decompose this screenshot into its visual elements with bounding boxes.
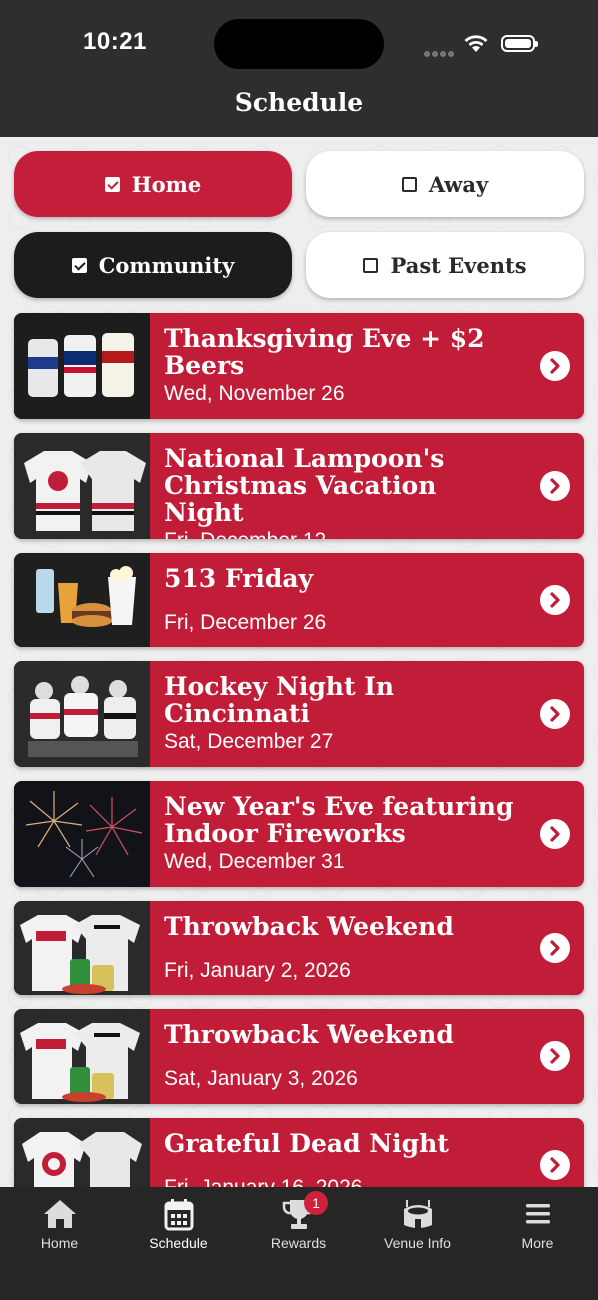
event-date: Wed, November 26 bbox=[164, 382, 345, 405]
stadium-icon bbox=[358, 1197, 477, 1231]
filter-away-label: Away bbox=[428, 171, 489, 197]
event-title: Grateful Dead Night bbox=[164, 1129, 449, 1158]
filter-home[interactable]: Home bbox=[14, 151, 292, 217]
filter-away[interactable]: Away bbox=[306, 151, 584, 217]
filter-home-label: Home bbox=[131, 171, 202, 197]
filter-community[interactable]: Community bbox=[14, 232, 292, 298]
checkbox-checked-icon bbox=[104, 176, 120, 192]
status-time: 10:21 bbox=[83, 28, 147, 55]
page-title: Schedule bbox=[234, 88, 364, 117]
signal-icon bbox=[424, 42, 456, 61]
filter-community-label: Community bbox=[98, 252, 235, 278]
chevron-right-icon[interactable] bbox=[540, 819, 570, 849]
trophy-icon bbox=[239, 1197, 358, 1231]
event-date: Sat, January 3, 2026 bbox=[164, 1067, 358, 1090]
chevron-right-icon[interactable] bbox=[540, 585, 570, 615]
event-card[interactable]: 513 Friday Fri, December 26 bbox=[14, 553, 584, 647]
event-title: Throwback Weekend bbox=[164, 1020, 454, 1049]
event-text: Hockey Night In Cincinnati Sat, December… bbox=[164, 673, 524, 754]
event-card[interactable]: Hockey Night In Cincinnati Sat, December… bbox=[14, 661, 584, 767]
tab-venue-info-label: Venue Info bbox=[384, 1235, 451, 1251]
event-title: 513 Friday bbox=[164, 564, 314, 593]
event-card[interactable]: Throwback Weekend Fri, January 2, 2026 bbox=[14, 901, 584, 995]
event-date: Sat, December 27 bbox=[164, 730, 334, 753]
filter-past-events-label: Past Events bbox=[390, 252, 527, 278]
event-text: Throwback Weekend Sat, January 3, 2026 bbox=[164, 1021, 524, 1091]
event-text: 513 Friday Fri, December 26 bbox=[164, 565, 524, 635]
event-text: Thanksgiving Eve + $2 Beers Wed, Novembe… bbox=[164, 325, 524, 406]
tab-venue-info[interactable]: Venue Info bbox=[358, 1187, 477, 1267]
tab-schedule-label: Schedule bbox=[149, 1235, 208, 1251]
event-title: Throwback Weekend bbox=[164, 912, 454, 941]
event-title: Thanksgiving Eve + $2 Beers bbox=[164, 324, 485, 380]
event-title: Hockey Night In Cincinnati bbox=[164, 672, 395, 728]
event-date: Wed, December 31 bbox=[164, 850, 345, 873]
wifi-icon bbox=[464, 35, 488, 52]
rewards-badge: 1 bbox=[304, 1191, 328, 1215]
checkbox-unchecked-icon bbox=[363, 257, 379, 273]
tab-rewards[interactable]: 1 Rewards bbox=[239, 1187, 358, 1267]
home-icon bbox=[0, 1197, 119, 1231]
status-icons bbox=[424, 32, 544, 57]
app-header: 10:21 Schedule bbox=[0, 0, 598, 137]
event-title: New Year's Eve featuring Indoor Firework… bbox=[164, 792, 514, 848]
tab-rewards-label: Rewards bbox=[270, 1235, 327, 1251]
chevron-right-icon[interactable] bbox=[540, 1150, 570, 1180]
chevron-right-icon[interactable] bbox=[540, 351, 570, 381]
chevron-right-icon[interactable] bbox=[540, 471, 570, 501]
tab-more[interactable]: More bbox=[478, 1187, 597, 1267]
event-thumbnail-hockey-team bbox=[14, 661, 150, 767]
event-thumbnail-fireworks bbox=[14, 781, 150, 887]
event-card[interactable]: New Year's Eve featuring Indoor Firework… bbox=[14, 781, 584, 887]
chevron-right-icon[interactable] bbox=[540, 933, 570, 963]
event-date: Fri, January 2, 2026 bbox=[164, 959, 351, 982]
filter-past-events[interactable]: Past Events bbox=[306, 232, 584, 298]
dynamic-island bbox=[214, 19, 384, 69]
chevron-right-icon[interactable] bbox=[540, 1041, 570, 1071]
event-card[interactable]: Thanksgiving Eve + $2 Beers Wed, Novembe… bbox=[14, 313, 584, 419]
event-thumbnail-beers bbox=[14, 313, 150, 419]
event-card[interactable]: National Lampoon's Christmas Vacation Ni… bbox=[14, 433, 584, 539]
calendar-icon bbox=[119, 1197, 238, 1231]
event-text: Throwback Weekend Fri, January 2, 2026 bbox=[164, 913, 524, 983]
tab-more-label: More bbox=[521, 1235, 554, 1251]
chevron-right-icon[interactable] bbox=[540, 699, 570, 729]
event-date: Fri, December 12 bbox=[164, 529, 524, 539]
event-card[interactable]: Throwback Weekend Sat, January 3, 2026 bbox=[14, 1009, 584, 1104]
menu-icon bbox=[478, 1197, 597, 1231]
event-text: National Lampoon's Christmas Vacation Ni… bbox=[164, 445, 524, 539]
tab-bar: Home Schedule 1 Rewards Venue Info More bbox=[0, 1187, 598, 1300]
event-text: New Year's Eve featuring Indoor Firework… bbox=[164, 793, 524, 874]
battery-icon bbox=[501, 35, 538, 52]
event-thumbnail-throwback bbox=[14, 1009, 150, 1104]
tab-home[interactable]: Home bbox=[0, 1187, 119, 1267]
event-thumbnail-food bbox=[14, 553, 150, 647]
event-date: Fri, December 26 bbox=[164, 611, 327, 634]
event-thumbnail-jerseys bbox=[14, 433, 150, 539]
tab-schedule[interactable]: Schedule bbox=[119, 1187, 238, 1267]
tab-home-label: Home bbox=[40, 1235, 79, 1251]
checkbox-checked-icon bbox=[71, 257, 87, 273]
event-thumbnail-throwback bbox=[14, 901, 150, 995]
checkbox-unchecked-icon bbox=[401, 176, 417, 192]
event-title: National Lampoon's Christmas Vacation Ni… bbox=[164, 444, 445, 527]
